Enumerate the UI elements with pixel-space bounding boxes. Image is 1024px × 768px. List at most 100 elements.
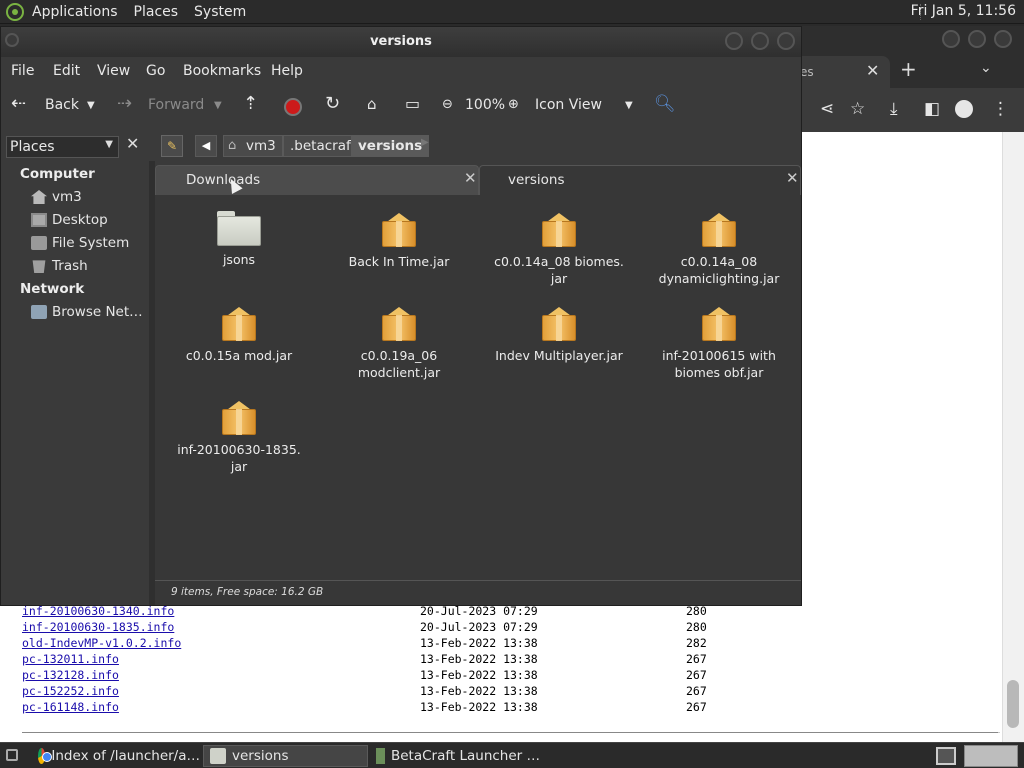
tab-downloads[interactable]: Downloads ✕	[155, 165, 479, 195]
breadcrumb-scroll-right[interactable]: ▶	[421, 137, 429, 148]
file-item[interactable]: Indev Multiplayer.jar	[475, 303, 643, 364]
view-mode-select[interactable]: Icon View	[535, 97, 602, 113]
close-icon[interactable]: ✕	[786, 169, 799, 187]
scrollbar-thumb[interactable]	[1007, 680, 1019, 728]
file-link[interactable]: pc-161148.info	[22, 700, 119, 714]
sidebar-item-file-system[interactable]: File System	[31, 233, 129, 253]
home-icon[interactable]: ⌂	[367, 95, 377, 113]
file-item[interactable]: inf-20100630-1835. jar	[155, 397, 323, 475]
sidebar-item-vm3[interactable]: vm3	[31, 187, 82, 207]
file-link[interactable]: inf-20100630-1340.info	[22, 604, 174, 618]
home-folder-icon	[31, 190, 47, 204]
file-item[interactable]: inf-20100615 with biomes obf.jar	[635, 303, 803, 381]
task-file-manager[interactable]: versions	[203, 745, 368, 767]
share-icon[interactable]: ⋖	[820, 99, 834, 119]
maximize-button[interactable]	[968, 30, 986, 48]
forward-arrow-icon[interactable]: ⇢	[117, 93, 132, 114]
file-item[interactable]: c0.0.14a_08 biomes. jar	[475, 209, 643, 287]
item-label: c0.0.15a mod.jar	[185, 348, 293, 363]
forward-button[interactable]: Forward	[148, 97, 204, 113]
workspace-switcher[interactable]	[964, 745, 1018, 767]
file-link[interactable]: inf-20100630-1835.info	[22, 620, 174, 634]
file-date: 13-Feb-2022 13:38	[420, 668, 538, 682]
close-window-button[interactable]	[994, 30, 1012, 48]
zoom-in-icon[interactable]: ⊕	[508, 97, 519, 112]
browser-tab[interactable]: es ✕	[800, 56, 890, 88]
window-titlebar[interactable]: versions	[1, 27, 801, 57]
sidebar-type-select[interactable]: Places ▼	[6, 136, 119, 158]
file-item[interactable]: c0.0.14a_08 dynamiclighting.jar	[635, 209, 803, 287]
close-window-button[interactable]	[777, 32, 795, 50]
menu-bookmarks[interactable]: Bookmarks	[183, 63, 261, 79]
tab-list-button[interactable]: ⌄	[980, 60, 992, 76]
breadcrumb-home[interactable]: ⌂ vm3	[223, 135, 283, 157]
menu-view[interactable]: View	[97, 63, 130, 79]
sidebar-icon[interactable]: ◧	[924, 99, 940, 119]
listing-divider	[22, 732, 998, 733]
tab-versions[interactable]: versions ✕	[479, 165, 801, 195]
zoom-out-icon[interactable]: ⊖	[442, 97, 453, 112]
download-icon[interactable]: ⤓	[890, 99, 898, 119]
close-icon[interactable]: ✕	[866, 61, 879, 80]
file-date: 13-Feb-2022 13:38	[420, 636, 538, 650]
minimize-button[interactable]	[725, 32, 743, 50]
forward-history-dropdown[interactable]: ▼	[214, 100, 222, 111]
sidebar-item-trash[interactable]: Trash	[31, 256, 88, 276]
back-button[interactable]: Back	[45, 97, 79, 113]
close-icon[interactable]: ✕	[464, 169, 477, 187]
desktop-icon	[31, 213, 47, 227]
browser-scrollbar[interactable]	[1002, 132, 1024, 742]
menu-system[interactable]: System	[194, 4, 246, 20]
close-icon[interactable]: ✕	[126, 134, 139, 153]
file-link[interactable]: pc-132128.info	[22, 668, 119, 682]
jar-package-icon	[222, 397, 256, 437]
menu-applications[interactable]: Applications	[32, 4, 118, 20]
back-arrow-icon[interactable]: ⇠	[11, 93, 26, 114]
kebab-menu-icon[interactable]: ⋮	[992, 99, 1009, 119]
menu-help[interactable]: Help	[271, 63, 303, 79]
sidebar-item-desktop[interactable]: Desktop	[31, 210, 108, 230]
file-size: 267	[686, 668, 707, 682]
tab-label: versions	[508, 172, 565, 188]
menu-go[interactable]: Go	[146, 63, 165, 79]
file-date: 13-Feb-2022 13:38	[420, 684, 538, 698]
star-icon[interactable]: ☆	[850, 99, 865, 119]
item-label: c0.0.14a_08 dynamiclighting.jar	[658, 254, 780, 286]
toolbar: ⇠ Back ▼ ⇢ Forward ▼ ⇡ ↻ ⌂ ▭ ⊖ 100% ⊕ Ic…	[1, 85, 801, 129]
file-link[interactable]: old-IndevMP-v1.0.2.info	[22, 636, 181, 650]
sidebar-item-browse-network[interactable]: Browse Net…	[31, 302, 143, 322]
task-browser[interactable]: Index of /launcher/a…	[32, 745, 200, 767]
breadcrumb-versions[interactable]: versions	[351, 135, 430, 157]
search-icon[interactable]: 🔍︎	[654, 94, 676, 114]
back-history-dropdown[interactable]: ▼	[87, 100, 95, 111]
task-betacraft[interactable]: BetaCraft Launcher …	[370, 745, 540, 767]
icon-view[interactable]: jsons Back In Time.jar c0.0.14a_08 biome…	[155, 195, 801, 580]
chevron-down-icon[interactable]: ▼	[625, 100, 633, 111]
edit-location-icon[interactable]: ✎	[161, 135, 183, 157]
computer-icon[interactable]: ▭	[405, 94, 420, 113]
file-item[interactable]: Back In Time.jar	[315, 209, 483, 270]
menu-file[interactable]: File	[11, 63, 34, 79]
clock[interactable]: Fri Jan 5, 11:56	[911, 3, 1016, 19]
reload-icon[interactable]: ↻	[325, 93, 340, 114]
new-tab-button[interactable]: +	[900, 57, 917, 81]
maximize-button[interactable]	[751, 32, 769, 50]
minimize-button[interactable]	[942, 30, 960, 48]
window-list-icon[interactable]	[936, 747, 956, 765]
menu-edit[interactable]: Edit	[53, 63, 80, 79]
file-item[interactable]: c0.0.15a mod.jar	[155, 303, 323, 364]
menu-places[interactable]: Places	[134, 4, 179, 20]
stop-icon[interactable]	[284, 98, 302, 116]
jar-package-icon	[542, 303, 576, 343]
show-desktop-icon[interactable]	[6, 749, 18, 761]
distro-logo-icon[interactable]	[6, 2, 24, 21]
file-item[interactable]: c0.0.19a_06 modclient.jar	[315, 303, 483, 381]
jar-package-icon	[702, 303, 736, 343]
profile-icon[interactable]	[955, 100, 973, 118]
breadcrumb-scroll-left[interactable]: ◀	[195, 135, 217, 157]
folder-item[interactable]: jsons	[155, 209, 323, 268]
up-arrow-icon[interactable]: ⇡	[243, 93, 258, 114]
file-link[interactable]: pc-132011.info	[22, 652, 119, 666]
file-link[interactable]: pc-152252.info	[22, 684, 119, 698]
file-size: 280	[686, 604, 707, 618]
